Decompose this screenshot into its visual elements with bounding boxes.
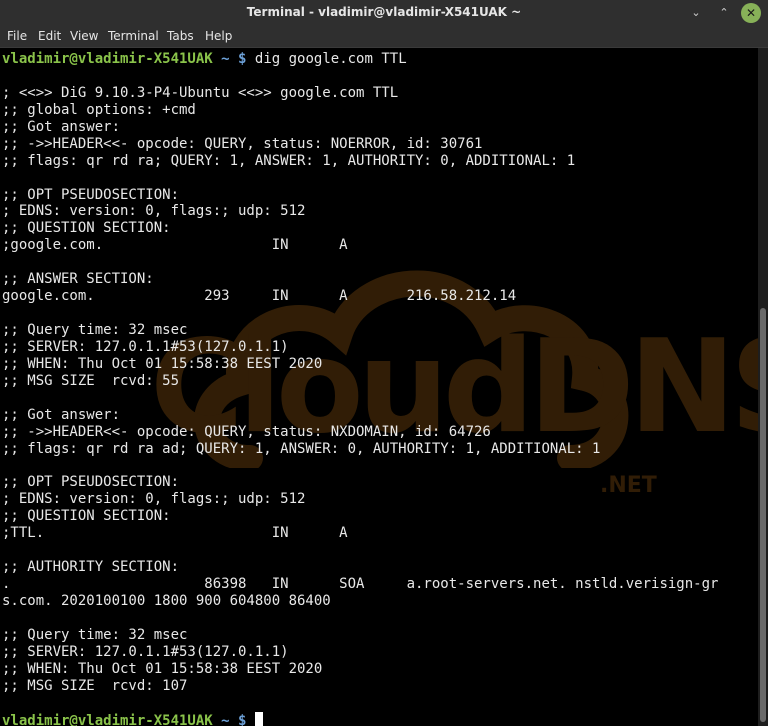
window-title: Terminal - vladimir@vladimir-X541UAK ~ — [246, 5, 522, 19]
terminal-area[interactable]: CloudDNS .NET vladimir@vladimir-X541UAK … — [0, 48, 758, 726]
terminal-output: vladimir@vladimir-X541UAK ~ $ dig google… — [2, 51, 718, 726]
output-line: ;TTL. IN A — [2, 525, 348, 542]
menu-bar: File Edit View Terminal Tabs Help — [0, 26, 768, 48]
text-cursor — [254, 711, 263, 726]
output-line: ;; ANSWER SECTION: — [2, 271, 154, 288]
output-line: ;; MSG SIZE rcvd: 55 — [2, 372, 180, 389]
title-bar: Terminal - vladimir@vladimir-X541UAK ~ ⌄… — [0, 0, 768, 26]
scrollbar-thumb[interactable] — [760, 308, 766, 722]
active-prompt-line[interactable]: vladimir@vladimir-X541UAK ~ $ — [2, 711, 718, 726]
output-line: ;; SERVER: 127.0.1.1#53(127.0.1.1) — [2, 643, 289, 660]
output-line: ;; flags: qr rd ra; QUERY: 1, ANSWER: 1,… — [2, 152, 576, 169]
output-line: s.com. 2020100100 1800 900 604800 86400 — [2, 593, 331, 609]
menu-terminal[interactable]: Terminal — [108, 29, 159, 43]
command-line: vladimir@vladimir-X541UAK ~ $ dig google… — [2, 51, 718, 68]
output-line: ;; WHEN: Thu Oct 01 15:58:38 EEST 2020 — [2, 355, 323, 372]
command-text: dig google.com TTL — [254, 51, 407, 67]
close-icon[interactable]: ✕ — [741, 3, 761, 23]
output-line: ;; MSG SIZE rcvd: 107 — [2, 677, 188, 694]
menu-edit[interactable]: Edit — [38, 29, 61, 43]
prompt-user-host: vladimir@vladimir-X541UAK — [2, 51, 213, 67]
menu-help[interactable]: Help — [205, 29, 232, 43]
minimize-icon[interactable]: ⌄ — [686, 3, 706, 23]
output-line: ;; QUESTION SECTION: — [2, 220, 171, 237]
output-line: ;; Got answer: — [2, 118, 121, 135]
prompt-symbol: $ — [238, 712, 247, 726]
vertical-scrollbar[interactable] — [758, 48, 768, 726]
prompt-path: ~ — [221, 51, 230, 67]
output-line: ;google.com. IN A — [2, 237, 348, 254]
output-line: google.com. 293 IN A 216.58.212.14 — [2, 288, 517, 305]
output-line: ; EDNS: version: 0, flags:; udp: 512 — [2, 203, 306, 220]
output-line: ;; SERVER: 127.0.1.1#53(127.0.1.1) — [2, 338, 289, 355]
output-line: ;; ->>HEADER<<- opcode: QUERY, status: N… — [2, 423, 491, 440]
output-line: ;; OPT PSEUDOSECTION: — [2, 186, 180, 203]
prompt-user-host: vladimir@vladimir-X541UAK — [2, 712, 213, 726]
output-line: ;; Query time: 32 msec — [2, 626, 188, 643]
prompt-path: ~ — [221, 712, 230, 726]
output-line: ;; Query time: 32 msec — [2, 322, 188, 338]
output-line: ;; WHEN: Thu Oct 01 15:58:38 EEST 2020 — [2, 660, 323, 677]
output-lines: ; <<>> DiG 9.10.3-P4-Ubuntu <<>> google.… — [2, 68, 718, 712]
output-line: ;; flags: qr rd ra ad; QUERY: 1, ANSWER:… — [2, 440, 601, 457]
output-line: ;; Got answer: — [2, 406, 121, 423]
output-line: . 86398 IN SOA a.root-servers.net. nstld… — [2, 576, 719, 593]
menu-file[interactable]: File — [7, 29, 27, 43]
output-line: ;; ->>HEADER<<- opcode: QUERY, status: N… — [2, 135, 483, 152]
menu-view[interactable]: View — [70, 29, 98, 43]
output-line: ; <<>> DiG 9.10.3-P4-Ubuntu <<>> google.… — [2, 84, 399, 101]
output-line: ; EDNS: version: 0, flags:; udp: 512 — [2, 491, 306, 508]
output-line: ;; global options: +cmd — [2, 101, 196, 118]
menu-tabs[interactable]: Tabs — [167, 29, 194, 43]
output-line: ;; AUTHORITY SECTION: — [2, 559, 180, 576]
output-line: ;; QUESTION SECTION: — [2, 508, 171, 525]
prompt-symbol: $ — [238, 51, 247, 67]
maximize-icon[interactable]: ⌃ — [714, 3, 734, 23]
output-line: ;; OPT PSEUDOSECTION: — [2, 474, 180, 491]
